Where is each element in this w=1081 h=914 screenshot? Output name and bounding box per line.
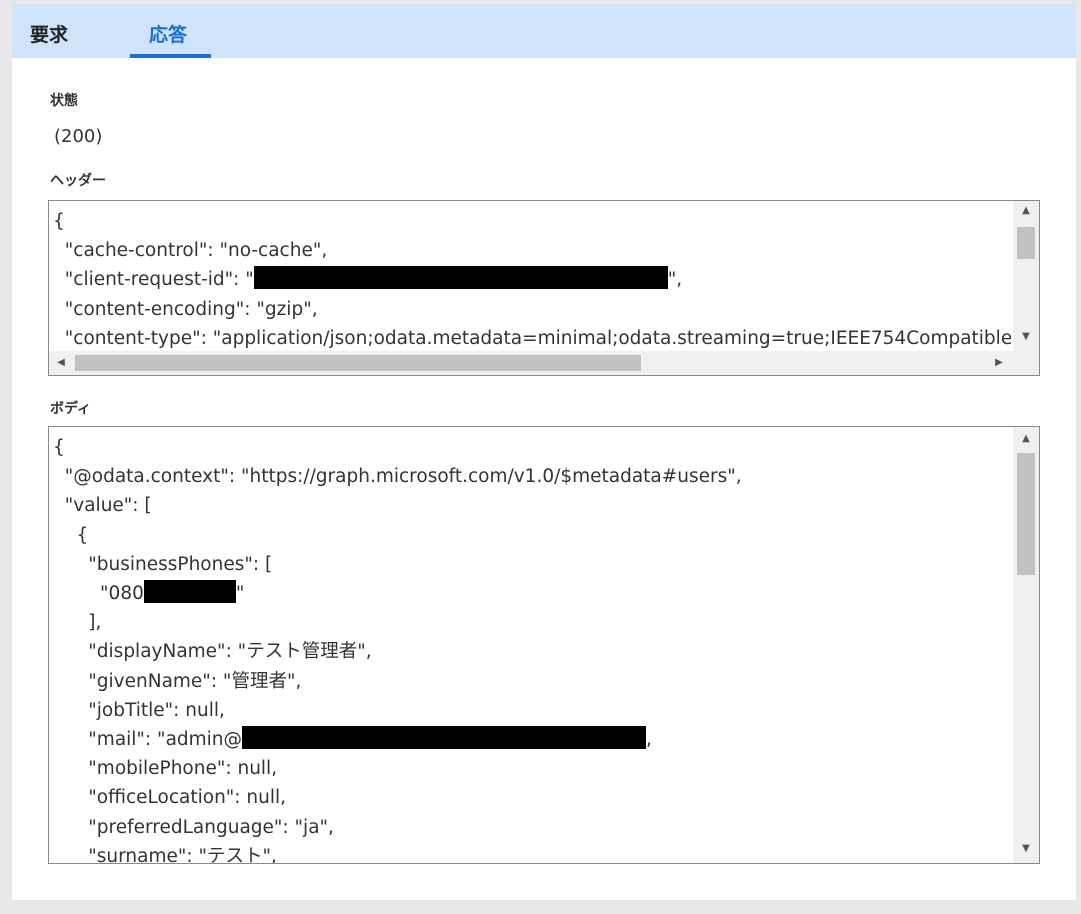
scroll-thumb[interactable] [1017, 453, 1035, 575]
body-line: "preferredLanguage": "ja", [53, 816, 334, 838]
headers-box[interactable]: { "cache-control": "no-cache", "client-r… [48, 200, 1040, 376]
headers-content: { "cache-control": "no-cache", "client-r… [53, 207, 1011, 351]
body-line: "displayName": "テスト管理者", [53, 641, 372, 663]
redacted-block [242, 726, 647, 750]
body-line: "givenName": "管理者", [53, 670, 302, 692]
status-label: 状態 [50, 93, 78, 109]
body-line: "mail": "admin@ [53, 729, 243, 751]
scroll-down-arrow-icon[interactable]: ▼ [1013, 331, 1039, 342]
body-box[interactable]: { "@odata.context": "https://graph.micro… [48, 426, 1040, 864]
headers-line: { [53, 211, 65, 232]
tab-bar: 要求 応答 [12, 4, 1076, 58]
body-line: "080 [53, 583, 144, 605]
scroll-up-arrow-icon[interactable]: ▲ [1013, 205, 1039, 216]
headers-horizontal-scrollbar[interactable]: ◀ ▶ [49, 351, 1013, 375]
body-line: { [53, 524, 89, 546]
response-panel: 要求 応答 状態 (200) ヘッダー { "cache-control": "… [12, 4, 1076, 900]
horizontal-scroll-thumb[interactable] [75, 355, 641, 371]
body-line: ], [53, 612, 102, 634]
body-line: "mobilePhone": null, [53, 758, 278, 780]
headers-line: ", [667, 269, 683, 291]
scroll-thumb[interactable] [1017, 227, 1035, 259]
scrollbar-corner [1013, 351, 1039, 375]
scroll-right-arrow-icon[interactable]: ▶ [987, 357, 1011, 368]
headers-line: "content-encoding": "gzip", [53, 298, 318, 320]
headers-vertical-scrollbar[interactable]: ▲ ▼ [1013, 201, 1039, 351]
body-content: { "@odata.context": "https://graph.micro… [53, 433, 1011, 863]
body-line: "value": [ [53, 495, 152, 517]
active-tab-indicator [130, 54, 211, 58]
body-line: " [235, 583, 245, 605]
body-vertical-scrollbar[interactable]: ▲ ▼ [1013, 427, 1039, 863]
body-line: "businessPhones": [ [53, 553, 273, 575]
tab-response[interactable]: 応答 [149, 20, 187, 47]
body-line: "officeLocation": null, [53, 787, 287, 809]
status-value: (200) [54, 126, 103, 147]
headers-label: ヘッダー [50, 173, 106, 189]
scroll-left-arrow-icon[interactable]: ◀ [49, 357, 73, 368]
headers-line: "cache-control": "no-cache", [53, 240, 328, 262]
body-line: , [646, 729, 652, 751]
redacted-block [253, 266, 668, 290]
scroll-up-arrow-icon[interactable]: ▲ [1013, 433, 1039, 444]
headers-line: "content-type": "application/json;odata.… [64, 327, 1011, 349]
body-label: ボディ [50, 401, 92, 417]
tab-request[interactable]: 要求 [30, 20, 68, 47]
headers-line: "client-request-id": " [53, 269, 254, 291]
body-line: "surname": "テスト", [53, 845, 277, 863]
body-line: "jobTitle": null, [53, 699, 225, 721]
redacted-block [143, 580, 236, 604]
body-line: "@odata.context": "https://graph.microso… [53, 466, 742, 488]
body-line: { [53, 437, 65, 458]
scroll-down-arrow-icon[interactable]: ▼ [1013, 843, 1039, 854]
